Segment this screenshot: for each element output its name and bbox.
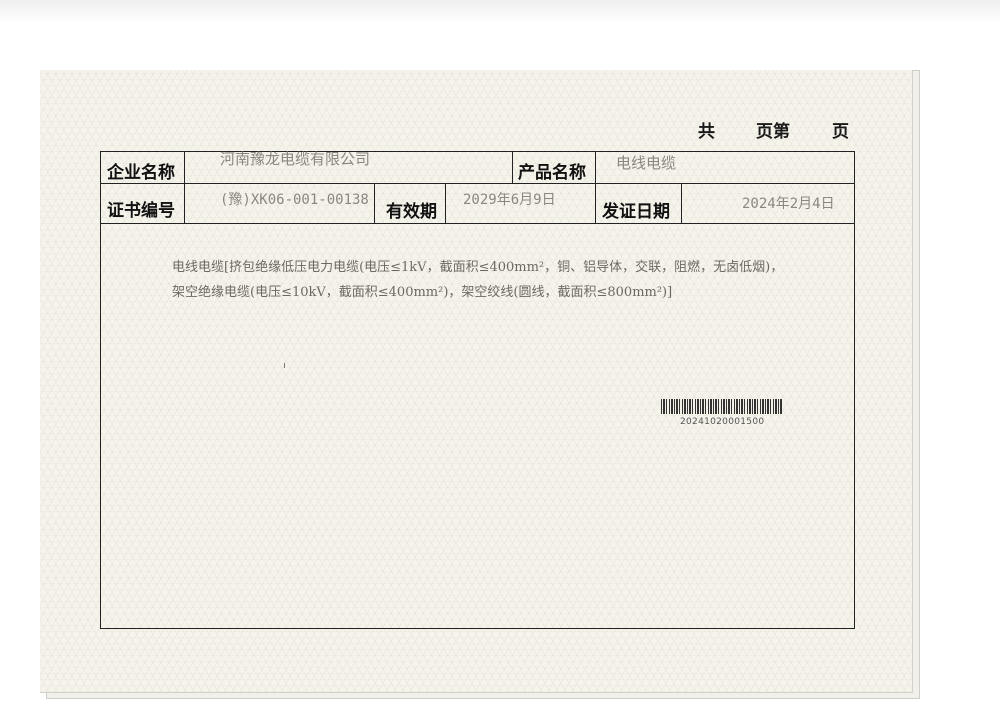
license-scope: 电线电缆[挤包绝缘低压电力电缆(电压≤1kV，截面积≤400mm²，铜、铝导体，…	[172, 255, 842, 305]
col-divider-product	[512, 152, 513, 183]
product-name-value: 电线电缆	[616, 154, 677, 172]
scope-line-1: 电线电缆[挤包绝缘低压电力电缆(电压≤1kV，截面积≤400mm²，铜、铝导体，…	[172, 260, 784, 275]
company-name-label: 企业名称	[107, 163, 175, 183]
company-name-value: 河南豫龙电缆有限公司	[220, 150, 371, 168]
col-divider-label	[184, 152, 185, 223]
certificate-number-value: (豫)XK06-001-00138	[220, 192, 369, 208]
issue-date-label: 发证日期	[602, 202, 670, 222]
row-divider-2	[101, 223, 854, 224]
validity-value: 2029年6月9日	[463, 192, 556, 208]
page-current-label: 页第	[756, 122, 790, 142]
row-divider-1	[101, 183, 854, 184]
col-divider-product-value	[595, 152, 596, 223]
col-divider-issue-value	[681, 183, 682, 223]
scope-line-2: 架空绝缘电缆(电压≤10kV，截面积≤400mm²)，架空绞线(圆线，截面积≤8…	[172, 285, 673, 300]
validity-label: 有效期	[386, 202, 437, 222]
scan-speck	[284, 363, 285, 368]
barcode-number: 20241020001500	[680, 417, 765, 427]
certificate-number-label: 证书编号	[107, 201, 175, 221]
page-suffix-label: 页	[832, 122, 849, 142]
col-divider-validity	[374, 183, 375, 223]
product-name-label: 产品名称	[518, 163, 586, 183]
col-divider-validity-value	[445, 183, 446, 223]
issue-date-value: 2024年2月4日	[742, 196, 835, 212]
certificate-table	[100, 151, 855, 629]
barcode	[661, 399, 783, 414]
page-total-label: 共	[698, 122, 715, 142]
scan-top-edge	[0, 0, 1000, 22]
